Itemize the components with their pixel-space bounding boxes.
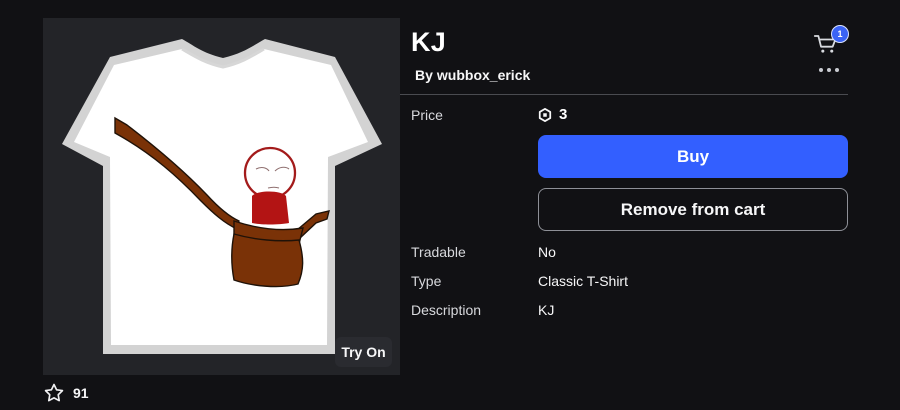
- tradable-value: No: [538, 244, 556, 260]
- character-body: [252, 191, 289, 225]
- try-on-button[interactable]: Try On: [335, 337, 392, 367]
- tradable-label: Tradable: [411, 244, 466, 260]
- creator-line: By wubbox_erick: [415, 66, 530, 84]
- star-outline-icon[interactable]: [43, 382, 65, 404]
- t-shirt-thumbnail: [62, 39, 382, 354]
- price-value: 3: [559, 106, 568, 123]
- price-label: Price: [411, 107, 443, 123]
- creator-name-link[interactable]: wubbox_erick: [437, 67, 530, 83]
- item-detail-page: Try On 91 KJ By wubbox_erick 1 Price 3 Bu…: [0, 0, 900, 410]
- item-title: KJ: [411, 27, 446, 57]
- item-thumbnail-panel[interactable]: Try On: [43, 18, 400, 375]
- favorite-stat[interactable]: 91: [43, 382, 89, 404]
- brown-bag: [231, 233, 304, 288]
- cart-button[interactable]: 1: [810, 25, 852, 60]
- character-head: [243, 146, 297, 200]
- price-value-row: 3: [538, 104, 567, 126]
- more-dot: [827, 68, 831, 72]
- more-dot: [835, 68, 839, 72]
- type-label: Type: [411, 273, 442, 289]
- cart-count-badge: 1: [831, 25, 849, 43]
- robux-icon: [538, 108, 552, 122]
- more-dot: [819, 68, 823, 72]
- buy-button[interactable]: Buy: [538, 135, 848, 178]
- more-horizontal-icon[interactable]: [819, 66, 839, 74]
- remove-from-cart-button[interactable]: Remove from cart: [538, 188, 848, 231]
- description-value: KJ: [538, 302, 555, 318]
- shirt-body: [74, 49, 368, 345]
- left-page-gutter: [0, 0, 38, 410]
- type-value: Classic T-Shirt: [538, 273, 628, 289]
- description-label: Description: [411, 302, 482, 318]
- favorite-count: 91: [73, 385, 89, 401]
- creator-prefix: By: [415, 67, 433, 83]
- header-divider: [400, 94, 848, 95]
